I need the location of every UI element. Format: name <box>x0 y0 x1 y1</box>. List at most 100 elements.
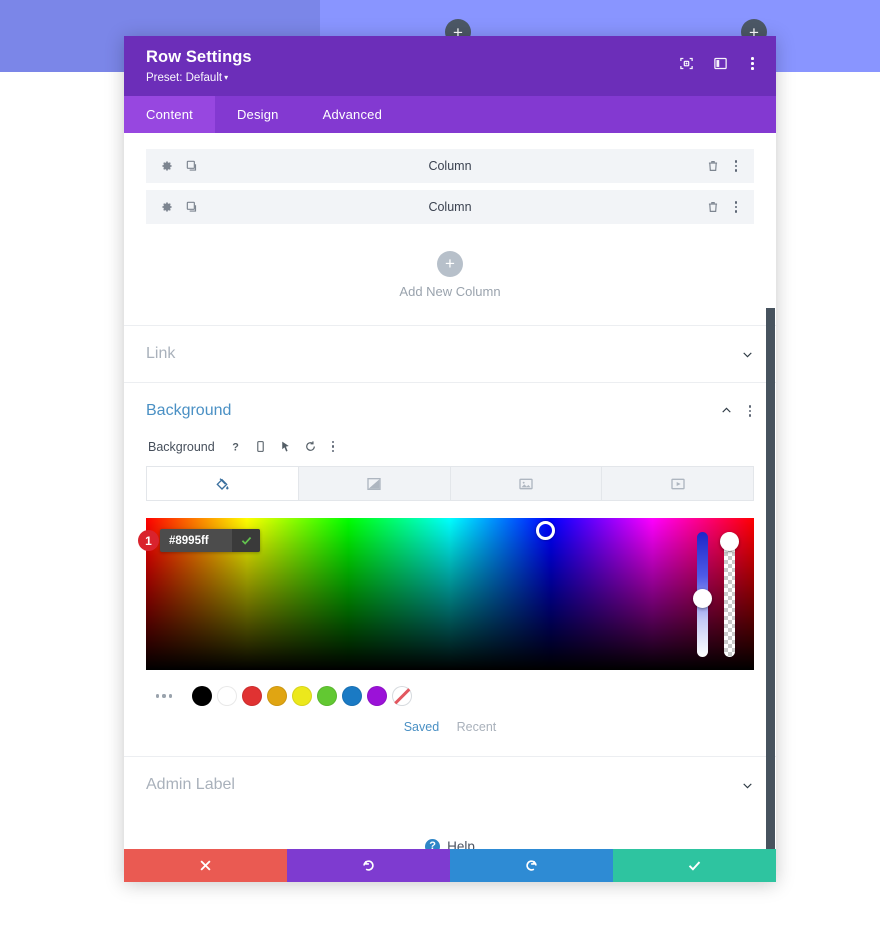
palette-tab-saved[interactable]: Saved <box>404 720 439 734</box>
background-image-tab[interactable] <box>450 467 603 501</box>
chevron-down-icon: ▾ <box>224 72 229 82</box>
undo-icon <box>363 860 374 871</box>
duplicate-icon[interactable] <box>185 200 199 214</box>
background-type-tabs <box>146 466 754 502</box>
palette-tab-recent[interactable]: Recent <box>457 720 497 734</box>
gear-icon[interactable] <box>160 159 174 173</box>
palette-tabs: Saved Recent <box>146 720 754 734</box>
section-admin-label: Admin Label <box>124 756 776 813</box>
section-admin-label-title: Admin Label <box>146 776 235 794</box>
row-left-actions <box>160 200 199 214</box>
chevron-down-icon[interactable] <box>741 348 754 361</box>
more-vertical-icon[interactable] <box>329 439 337 454</box>
saturation-handle[interactable] <box>536 521 555 541</box>
tab-design[interactable]: Design <box>215 96 301 133</box>
more-vertical-icon[interactable] <box>732 158 740 173</box>
column-row-label: Column <box>428 200 472 214</box>
gear-icon[interactable] <box>160 200 174 214</box>
image-icon <box>519 478 533 490</box>
undo-button[interactable] <box>287 849 450 882</box>
close-icon <box>200 860 211 871</box>
redo-icon <box>526 860 537 871</box>
modal-tab-bar: Content Design Advanced <box>124 96 776 133</box>
background-color-tab[interactable] <box>147 467 299 501</box>
chevron-up-icon[interactable] <box>720 404 733 417</box>
check-icon <box>688 861 701 871</box>
help-link[interactable]: ? Help <box>124 813 776 849</box>
column-row-label: Column <box>428 159 472 173</box>
hover-cursor-icon[interactable] <box>279 440 292 453</box>
svg-text:?: ? <box>232 441 239 453</box>
more-vertical-icon[interactable] <box>746 403 754 418</box>
reset-icon[interactable] <box>304 440 317 453</box>
trash-icon[interactable] <box>706 159 720 173</box>
swatch-black[interactable] <box>192 686 213 707</box>
row-right-actions <box>706 158 740 173</box>
modal-header-actions <box>679 55 758 72</box>
gradient-icon <box>367 477 381 490</box>
row-left-actions <box>160 159 199 173</box>
modal-body: Column Column + Add New Column Link Back… <box>124 133 776 849</box>
focus-target-icon[interactable] <box>679 56 694 71</box>
video-icon <box>670 478 685 490</box>
more-vertical-icon[interactable] <box>747 55 758 72</box>
section-link-title: Link <box>146 345 176 362</box>
swatch-yellow[interactable] <box>292 686 313 707</box>
hue-slider-handle[interactable] <box>693 589 712 609</box>
redo-button[interactable] <box>450 849 613 882</box>
section-link: Link <box>124 325 776 382</box>
tab-content[interactable]: Content <box>124 96 215 133</box>
preset-selector[interactable]: Preset: Default ▾ <box>146 72 252 84</box>
row-right-actions <box>706 199 740 214</box>
trash-icon[interactable] <box>706 200 720 214</box>
table-row[interactable]: Column <box>146 149 754 183</box>
swatch-transparent[interactable] <box>392 686 413 707</box>
responsive-device-icon[interactable] <box>254 440 267 453</box>
color-swatch-row <box>146 686 754 707</box>
split-panel-icon[interactable] <box>713 56 728 71</box>
hex-value-box <box>160 529 260 553</box>
annotation-badge-1: 1 <box>138 530 159 552</box>
swatch-white[interactable] <box>217 686 238 707</box>
column-list: Column Column + Add New Column <box>124 133 776 325</box>
tab-advanced[interactable]: Advanced <box>301 96 404 133</box>
alpha-slider-handle[interactable] <box>720 532 739 552</box>
color-picker-area[interactable]: 1 <box>138 518 754 671</box>
section-background-title: Background <box>146 402 232 419</box>
modal-footer <box>124 849 776 882</box>
page-title: Row Settings <box>146 48 252 66</box>
more-vertical-icon[interactable] <box>732 199 740 214</box>
plus-icon: + <box>437 251 463 277</box>
swatch-blue[interactable] <box>342 686 363 707</box>
hex-input[interactable] <box>160 534 232 547</box>
background-control: Background ? 1 #8995ff Saved Recent <box>138 439 754 756</box>
swatch-green[interactable] <box>317 686 338 707</box>
preset-label: Preset: Default <box>146 71 223 84</box>
hex-confirm-button[interactable] <box>232 529 260 553</box>
section-background-header[interactable]: Background <box>146 383 754 439</box>
paint-bucket-icon <box>216 477 229 490</box>
save-button[interactable] <box>613 849 776 882</box>
chevron-down-icon[interactable] <box>741 779 754 792</box>
swatch-purple[interactable] <box>367 686 388 707</box>
modal-header-text: Row Settings Preset: Default ▾ <box>146 47 252 84</box>
cancel-button[interactable] <box>124 849 287 882</box>
row-settings-modal: Row Settings Preset: Default ▾ Content De… <box>124 36 776 882</box>
add-new-column-label: Add New Column <box>399 284 501 299</box>
table-row[interactable]: Column <box>146 190 754 224</box>
help-label: Help <box>447 839 475 849</box>
background-video-tab[interactable] <box>602 467 753 501</box>
section-background: Background Background ? 1 #8995ff Saved … <box>124 382 776 756</box>
help-icon[interactable]: ? <box>229 440 242 453</box>
more-horizontal-icon[interactable] <box>156 694 173 698</box>
section-link-header[interactable]: Link <box>146 326 754 382</box>
section-background-tools <box>720 403 754 418</box>
section-admin-label-header[interactable]: Admin Label <box>146 757 754 813</box>
vertical-scrollbar[interactable] <box>766 308 775 849</box>
swatch-orange[interactable] <box>267 686 288 707</box>
check-icon <box>241 537 251 545</box>
background-gradient-tab[interactable] <box>298 467 451 501</box>
duplicate-icon[interactable] <box>185 159 199 173</box>
add-new-column-button[interactable]: + Add New Column <box>146 231 754 325</box>
swatch-red[interactable] <box>242 686 263 707</box>
